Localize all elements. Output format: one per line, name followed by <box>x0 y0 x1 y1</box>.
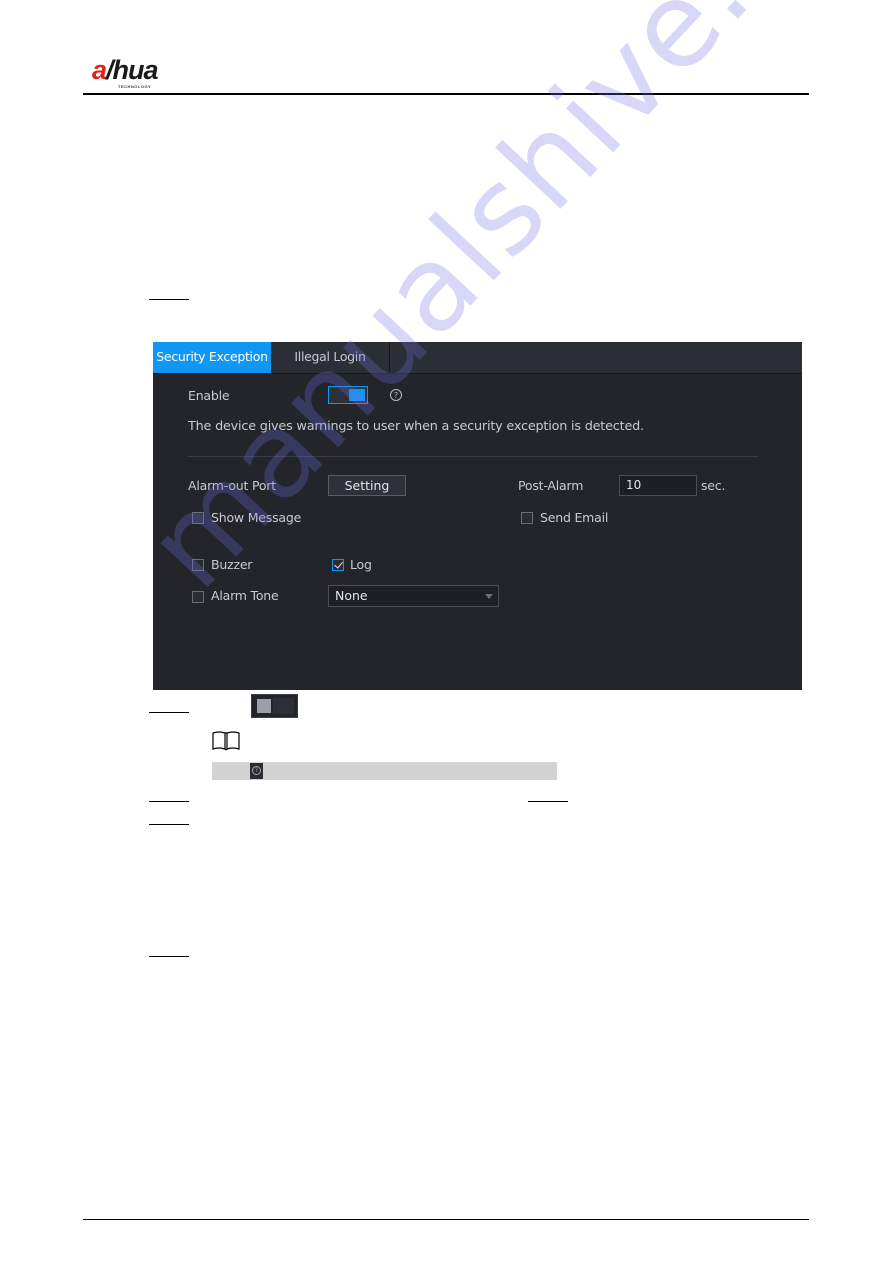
security-exception-panel: Security Exception Illegal Login Enable … <box>153 342 802 690</box>
toggle-knob <box>257 699 271 713</box>
note-text-bar <box>212 762 557 780</box>
step-marker <box>149 712 189 713</box>
alarm-tone-value: None <box>335 588 368 603</box>
logo-subtitle: TECHNOLOGY <box>118 84 152 89</box>
post-alarm-label: Post-Alarm <box>518 478 584 493</box>
header-rule <box>83 93 809 95</box>
toggle-track <box>273 698 294 714</box>
toggle-off-icon <box>251 694 298 718</box>
help-icon[interactable]: ? <box>390 389 402 401</box>
dahua-logo: a/hua TECHNOLOGY <box>92 56 192 92</box>
enable-toggle[interactable] <box>328 386 368 404</box>
alarm-out-port-label: Alarm-out Port <box>188 478 276 493</box>
send-email-label: Send Email <box>540 510 609 525</box>
step-reference-marker <box>528 801 568 802</box>
show-message-checkbox[interactable] <box>192 512 204 524</box>
help-icon: ? <box>250 763 263 779</box>
tab-security-exception[interactable]: Security Exception <box>153 342 271 373</box>
footer-rule <box>83 1219 809 1220</box>
alarm-tone-select[interactable]: None <box>328 585 499 607</box>
buzzer-checkbox[interactable] <box>192 559 204 571</box>
logo-wordmark: a/hua <box>92 55 159 85</box>
tab-bar: Security Exception Illegal Login <box>153 342 802 374</box>
note-book-icon <box>212 731 240 751</box>
alarm-tone-label: Alarm Tone <box>211 588 279 603</box>
post-alarm-unit: sec. <box>701 478 726 493</box>
tab-illegal-login[interactable]: Illegal Login <box>271 342 390 373</box>
log-checkbox[interactable] <box>332 559 344 571</box>
step-marker <box>149 824 189 825</box>
show-message-label: Show Message <box>211 510 302 525</box>
toggle-knob <box>349 389 365 401</box>
post-alarm-input[interactable]: 10 <box>619 475 697 496</box>
alarm-tone-checkbox[interactable] <box>192 591 204 603</box>
divider <box>188 456 758 457</box>
buzzer-label: Buzzer <box>211 557 253 572</box>
step-marker <box>149 299 189 300</box>
send-email-checkbox[interactable] <box>521 512 533 524</box>
log-label: Log <box>350 557 372 572</box>
step-marker <box>149 956 189 957</box>
description-text: The device gives warnings to user when a… <box>188 419 644 434</box>
enable-label: Enable <box>188 388 230 403</box>
setting-button[interactable]: Setting <box>328 475 406 496</box>
chevron-down-icon <box>485 594 493 599</box>
step-marker <box>149 801 189 802</box>
